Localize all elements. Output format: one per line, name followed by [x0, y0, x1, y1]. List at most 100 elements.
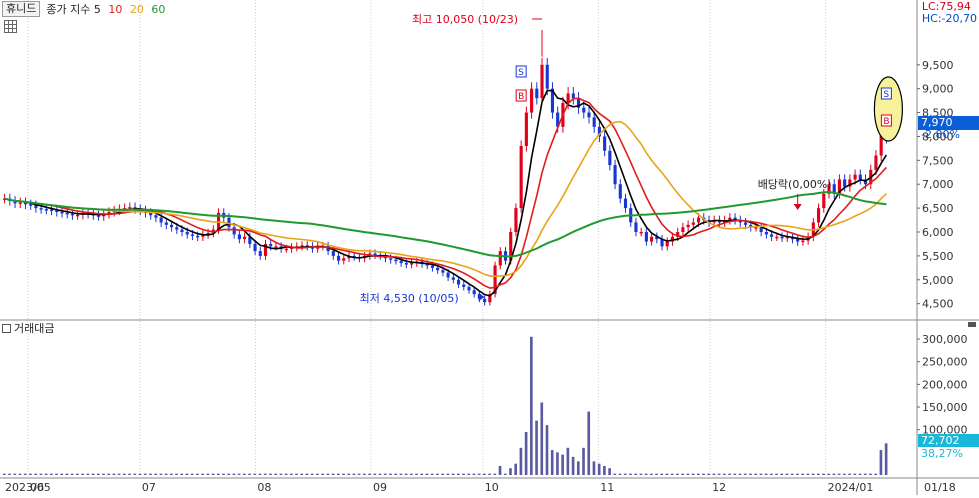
volume-bar [524, 431, 528, 475]
volume-bar [331, 473, 335, 475]
time-tick-label: 11 [600, 481, 614, 494]
panel-box-icon[interactable] [2, 323, 11, 333]
candle-body [237, 234, 241, 240]
candle-body [874, 155, 878, 170]
price-tick-label: 6,500 [922, 202, 954, 215]
volume-bar [806, 473, 810, 475]
high-annotation: 최고 10,050 (10/23) [412, 13, 518, 26]
candle-body [70, 213, 75, 216]
candle-body [582, 107, 586, 113]
volume-bar [587, 411, 591, 475]
volume-bar [383, 473, 387, 475]
grid-icon[interactable] [4, 20, 17, 33]
volume-bar [123, 473, 126, 475]
volume-bar [117, 473, 121, 475]
signal-s-label: S [518, 68, 524, 78]
volume-bar [843, 473, 846, 475]
volume-bar [801, 473, 804, 475]
signal-b-label: B [883, 117, 889, 127]
volume-bar [477, 473, 481, 475]
volume-bar [712, 473, 716, 475]
volume-bar [237, 473, 241, 475]
price-tick-label: 5,000 [922, 274, 954, 287]
volume-bar [279, 473, 283, 475]
volume-bar [509, 468, 512, 475]
price-tick-label: 6,000 [922, 226, 954, 239]
volume-bar [858, 473, 862, 475]
volume-bar [869, 473, 872, 475]
volume-bar [96, 473, 100, 475]
candle-body [50, 209, 54, 212]
chart-canvas[interactable]: 4,5005,0005,5006,0006,5007,0007,5008,000… [0, 0, 979, 495]
candle-body [467, 286, 471, 291]
candle-body [764, 232, 768, 235]
ma-legend: 종가 지수 5 10 20 60 [46, 1, 165, 17]
dividend-arrow-head [793, 204, 802, 210]
candle-body [462, 284, 466, 287]
volume-bar [352, 473, 356, 475]
signal-b-label: B [518, 92, 524, 102]
chart-legend: 휴니드 종가 지수 5 10 20 60 [0, 0, 165, 18]
volume-bar [232, 473, 236, 475]
candle-body [170, 224, 174, 228]
volume-bar [441, 473, 444, 475]
time-tick-label: 10 [485, 481, 499, 494]
volume-bar [530, 336, 533, 475]
time-tick-label: 01/18 [924, 481, 956, 494]
volume-bar [770, 473, 773, 475]
volume-bar [258, 473, 262, 475]
candle-body [394, 259, 398, 262]
volume-bar [394, 473, 397, 475]
volume-bar [8, 473, 11, 475]
volume-bar [832, 473, 836, 475]
low-annotation: 최저 4,530 (10/05) [360, 292, 459, 305]
volume-bar [13, 473, 17, 475]
candle-body [535, 88, 539, 99]
candle-body [253, 243, 257, 252]
volume-bar [399, 473, 403, 475]
volume-bar [149, 473, 152, 475]
volume-bar [44, 473, 48, 475]
volume-bar [91, 473, 95, 475]
candle-body [456, 279, 461, 285]
ma-10-label: 10 [108, 3, 123, 16]
candle-body [373, 253, 377, 255]
candle-body [801, 240, 805, 243]
volume-bar [696, 473, 700, 475]
candle-body [185, 232, 189, 235]
volume-tick-label: 250,000 [922, 356, 968, 369]
candle-body [430, 265, 435, 268]
candle-body [519, 146, 523, 209]
candle-body [780, 236, 784, 239]
volume-bar [879, 450, 883, 475]
volume-bar [796, 473, 799, 475]
candle-body [696, 217, 701, 223]
volume-bar [514, 463, 518, 475]
lc-hc-readout: LC:75,94 HC:-20,70 [922, 1, 977, 25]
candle-body [858, 174, 862, 180]
candle-body [524, 112, 528, 146]
stock-name-button[interactable]: 휴니드 [2, 1, 41, 17]
volume-bar [201, 473, 204, 475]
volume-percent: 38,27% [921, 447, 963, 460]
candle-body [175, 227, 179, 230]
volume-bar [717, 473, 721, 475]
candle-body [404, 263, 408, 265]
volume-bar [561, 454, 564, 475]
candle-body [618, 184, 622, 199]
candle-body [29, 204, 33, 206]
candle-body [587, 112, 591, 118]
volume-bar [702, 473, 705, 475]
volume-bar [629, 473, 632, 475]
ma-5-line [4, 89, 888, 297]
candle-body [243, 236, 247, 240]
panel-collapse-icon[interactable] [968, 322, 976, 327]
volume-bar [738, 473, 742, 475]
volume-bar [535, 420, 538, 475]
volume-bar [23, 473, 27, 475]
candle-body [843, 179, 847, 187]
volume-bar [243, 473, 246, 475]
candle-body [545, 64, 549, 89]
volume-bar [133, 473, 137, 475]
volume-bar [107, 473, 111, 475]
